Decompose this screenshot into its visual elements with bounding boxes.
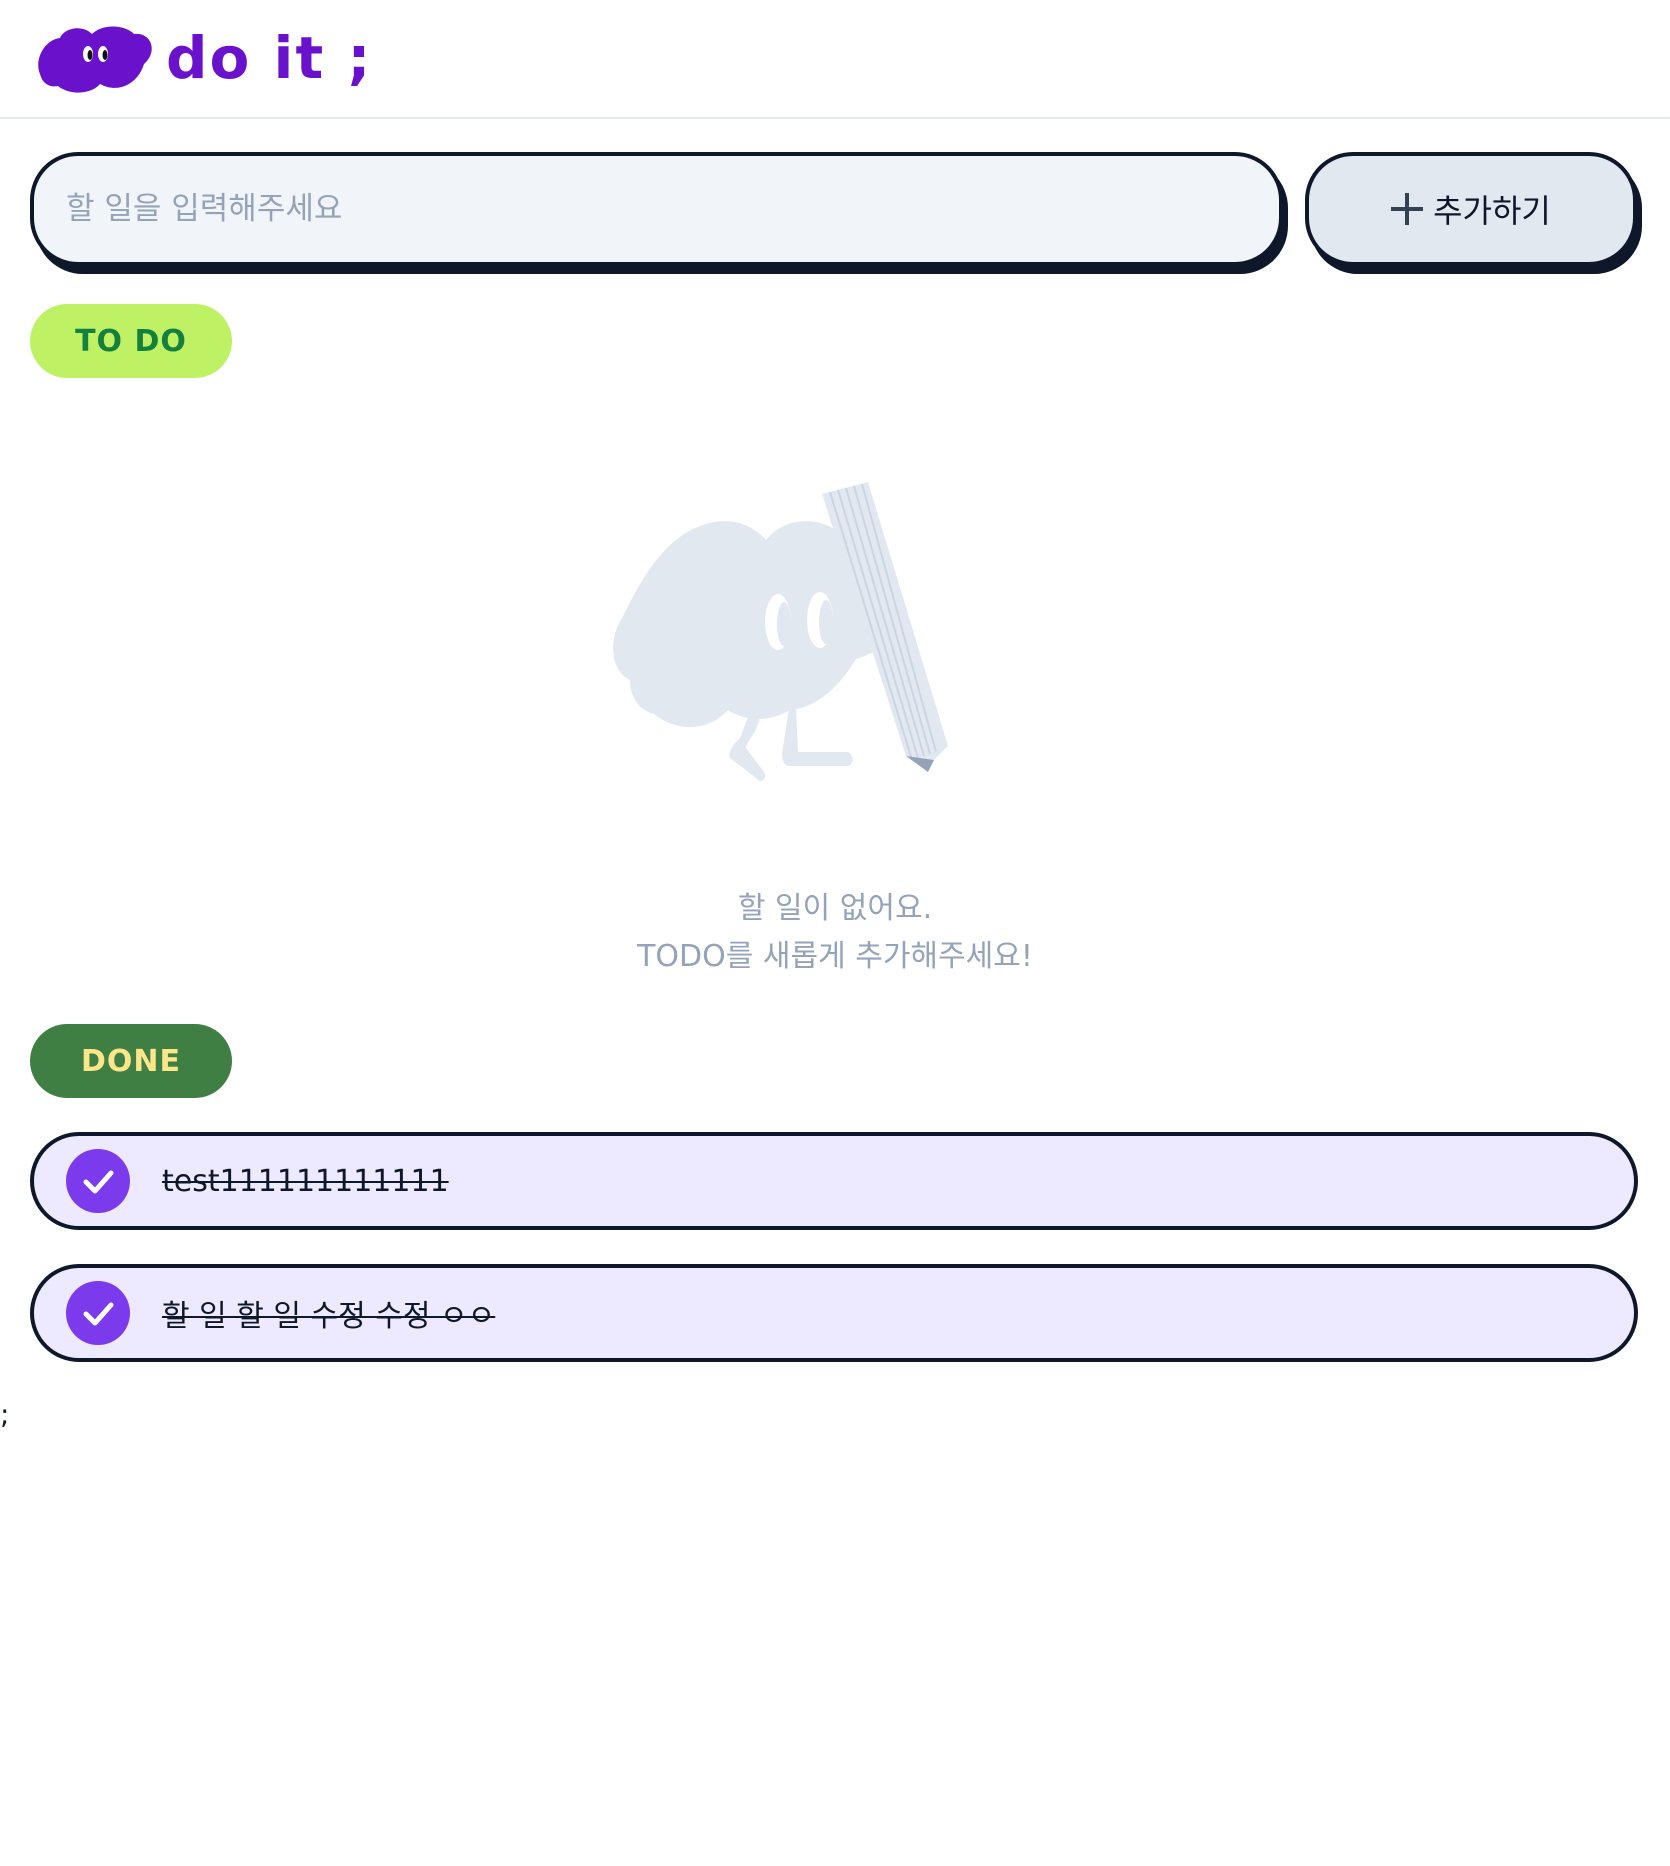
todo-section-badge: TO DO [30, 304, 232, 378]
logo-text: do it ; [166, 24, 373, 92]
todo-input-wrapper [30, 152, 1283, 266]
plus-icon [1391, 193, 1424, 225]
todo-input[interactable] [66, 156, 1279, 262]
done-section-badge: DONE [30, 1024, 232, 1098]
done-item-label[interactable]: 할 일 할 일 수정 수정 ㅇㅇ [162, 1291, 495, 1335]
empty-state-illustration [612, 482, 948, 781]
logo[interactable]: do it ; [34, 22, 373, 94]
stray-text: ; [0, 1398, 10, 1431]
check-circle-icon[interactable] [66, 1149, 130, 1213]
add-button-label: 추가하기 [1433, 193, 1551, 229]
add-button[interactable]: 추가하기 [1305, 152, 1637, 266]
check-circle-icon[interactable] [66, 1281, 130, 1345]
app-header: do it ; [0, 0, 1670, 119]
empty-state-line-1: 할 일이 없어요. [737, 891, 933, 926]
done-item-label[interactable]: test111111111111 [162, 1164, 449, 1199]
done-list-item[interactable]: test111111111111 [30, 1132, 1638, 1230]
done-list-item[interactable]: 할 일 할 일 수정 수정 ㅇㅇ [30, 1264, 1638, 1362]
empty-state-line-2: TODO를 새롭게 추가해주세요! [637, 939, 1033, 974]
logo-cloud-icon [38, 26, 152, 93]
empty-state-message: 할 일이 없어요. TODO를 새롭게 추가해주세요! [435, 885, 1235, 981]
